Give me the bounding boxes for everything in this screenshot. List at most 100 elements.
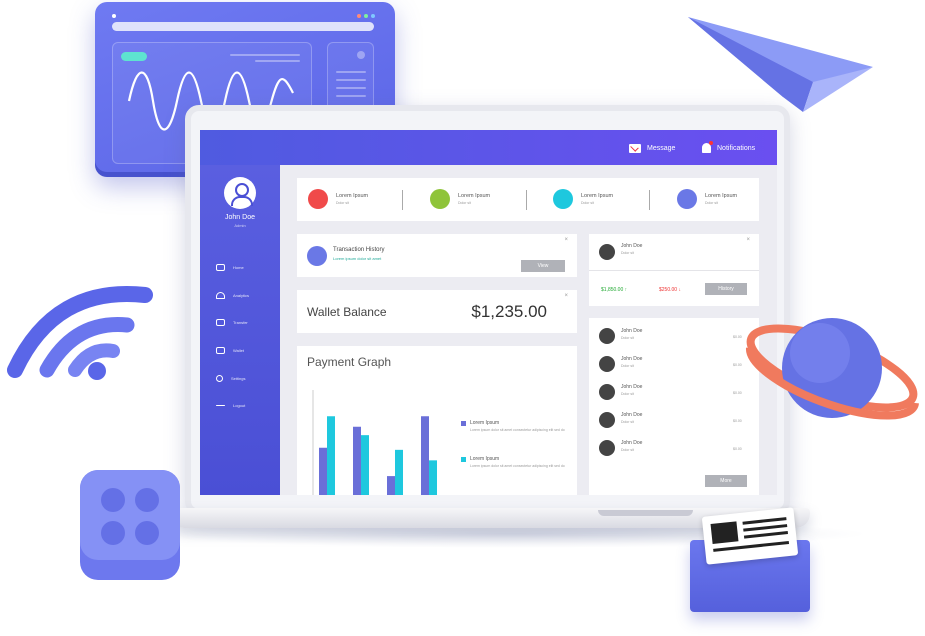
divider <box>402 190 403 210</box>
stat-item[interactable]: Lorem Ipsum Dolor sit <box>677 189 737 209</box>
bar-1-d <box>421 416 429 495</box>
list-item[interactable]: John Doe Dolor sit $0.00 <box>589 328 759 352</box>
logout-icon <box>216 404 225 406</box>
stat-item[interactable]: Lorem Ipsum Dolor sit <box>430 189 490 209</box>
sidebar-item-logout[interactable]: Logout <box>216 400 272 410</box>
divider <box>526 190 527 210</box>
sidebar-item-label: Home <box>233 264 244 270</box>
list-item[interactable]: John Doe Dolor sit $0.00 <box>589 412 759 436</box>
legend-desc: Lorem ipsum dolor sit amet consectetur a… <box>470 428 565 432</box>
stat-dot <box>430 189 450 209</box>
contact-name: John Doe <box>621 384 643 390</box>
messages-label: Message <box>647 144 676 152</box>
amount-in: $1,850.00 ↑ <box>601 287 628 293</box>
person-card: × John Doe Dolor sit $1,850.00 ↑ $250.00… <box>589 234 759 306</box>
sidebar-item-home[interactable]: Home <box>216 262 272 272</box>
laptop-notch <box>598 510 693 516</box>
bar-2-d <box>429 460 437 495</box>
window-line <box>336 95 366 97</box>
window-dot <box>364 14 368 18</box>
sidebar-item-analytics[interactable]: Analytics <box>216 290 272 300</box>
paper-plane-icon <box>688 17 873 112</box>
transaction-title: Transaction History <box>333 247 385 253</box>
stat-sub: Dolor sit <box>705 201 718 205</box>
user-role: Admin <box>234 223 246 228</box>
stat-item[interactable]: Lorem Ipsum Dolor sit <box>308 189 368 209</box>
contact-sub: Dolor sit <box>621 364 634 368</box>
sidebar-item-wallet[interactable]: Wallet <box>216 345 272 355</box>
notifications-link[interactable]: Notifications <box>702 141 755 155</box>
bar-1-c <box>387 476 395 495</box>
payment-graph-card: Payment Graph Lorem Ipsum Lorem ipsum do… <box>297 346 577 495</box>
close-icon[interactable]: × <box>564 293 568 299</box>
stat-title: Lorem Ipsum <box>336 193 369 199</box>
list-item[interactable]: John Doe Dolor sit $0.00 <box>589 440 759 464</box>
window-pill <box>121 52 147 61</box>
contacts-list-card: John Doe Dolor sit $0.00 John Doe Dolor sit $… <box>589 318 759 495</box>
view-button[interactable]: View <box>521 260 565 272</box>
legend-name: Lorem Ipsum <box>470 456 500 462</box>
user-name: John Doe <box>225 214 255 221</box>
contact-sub: Dolor sit <box>621 420 634 424</box>
stats-card: Lorem Ipsum Dolor sit Lorem Ipsum Dolor … <box>297 178 759 221</box>
wallet-amount: $1,235.00 <box>471 302 547 321</box>
window-line <box>336 87 366 89</box>
divider <box>649 190 650 210</box>
contact-avatar <box>599 412 615 428</box>
gauge-icon <box>216 291 225 299</box>
planet-icon <box>745 318 919 420</box>
sidebar-item-transfer[interactable]: Transfer <box>216 317 272 327</box>
person-sub: Dolor sit <box>621 251 634 255</box>
window-side-dot <box>357 51 365 59</box>
amount-out: $250.00 ↓ <box>659 287 681 293</box>
home-icon <box>216 263 225 271</box>
more-button[interactable]: More <box>705 475 747 487</box>
contact-sub: Dolor sit <box>621 448 634 452</box>
divider <box>589 270 759 271</box>
contact-avatar <box>599 440 615 456</box>
window-dot <box>371 14 375 18</box>
bar-1-b <box>353 426 361 495</box>
avatar[interactable] <box>224 177 256 209</box>
transaction-history-card: × Transaction History Lorem ipsum dolor … <box>297 234 577 277</box>
contact-name: John Doe <box>621 356 643 362</box>
list-item[interactable]: John Doe Dolor sit $0.00 <box>589 356 759 380</box>
contact-name: John Doe <box>621 412 643 418</box>
contact-sub: Dolor sit <box>621 392 634 396</box>
graph-title: Payment Graph <box>307 355 392 369</box>
bar-2-b <box>361 435 369 495</box>
history-button[interactable]: History <box>705 283 747 295</box>
window-line <box>230 54 300 56</box>
stat-item[interactable]: Lorem Ipsum Dolor sit <box>553 189 613 209</box>
legend-desc: Lorem ipsum dolor sit amet consectetur a… <box>470 464 565 468</box>
stat-dot <box>677 189 697 209</box>
person-avatar <box>599 244 615 260</box>
contact-name: John Doe <box>621 328 643 334</box>
stat-sub: Dolor sit <box>336 201 349 205</box>
bar-1-a <box>319 447 327 495</box>
list-item[interactable]: John Doe Dolor sit $0.00 <box>589 384 759 408</box>
close-icon[interactable]: × <box>746 237 750 243</box>
bar-2-a <box>327 416 335 495</box>
sidebar: John Doe Admin Home Analytics Transfer W… <box>200 165 280 495</box>
transaction-avatar <box>307 246 327 266</box>
stat-title: Lorem Ipsum <box>458 193 491 199</box>
notifications-label: Notifications <box>717 144 756 152</box>
transfer-icon <box>216 318 225 326</box>
contact-avatar <box>599 356 615 372</box>
window-line <box>336 79 366 81</box>
wallet-balance-card: × Wallet Balance $1,235.00 <box>297 290 577 333</box>
contact-sub: Dolor sit <box>621 336 634 340</box>
top-bar: Message Notifications <box>200 130 777 165</box>
sidebar-item-label: Transfer <box>233 319 248 325</box>
window-dot <box>357 14 361 18</box>
close-icon[interactable]: × <box>564 237 568 243</box>
mail-icon <box>629 143 641 153</box>
sidebar-item-settings[interactable]: Settings <box>216 373 272 383</box>
messages-link[interactable]: Message <box>629 141 675 155</box>
stat-title: Lorem Ipsum <box>581 193 614 199</box>
legend-swatch <box>461 421 466 426</box>
legend-item: Lorem Ipsum Lorem ipsum dolor sit amet c… <box>461 420 570 433</box>
wallet-label: Wallet Balance <box>307 305 387 319</box>
newspaper-sheet <box>701 507 799 565</box>
